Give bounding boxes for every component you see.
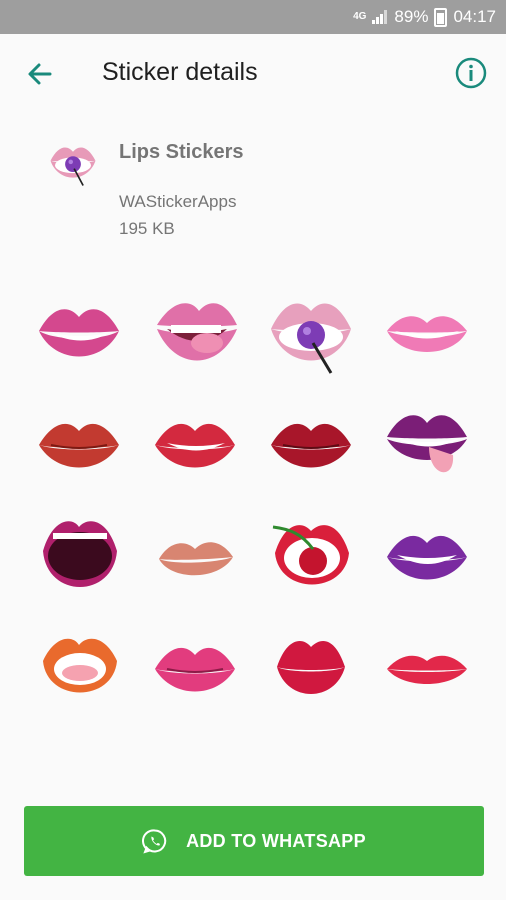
add-to-whatsapp-button[interactable]: ADD TO WHATSAPP <box>24 806 484 876</box>
nude-lips-pout-sticker[interactable] <box>147 509 243 605</box>
lips-purple-lollipop-sticker[interactable] <box>263 285 359 381</box>
purple-lips-tongue-sticker[interactable] <box>379 397 475 493</box>
clock: 04:17 <box>453 7 496 26</box>
signal-icon <box>372 10 388 24</box>
red-lips-thin-sticker[interactable] <box>379 621 475 717</box>
pack-size: 195 KB <box>119 219 175 238</box>
status-bar: 4G 89% 04:17 <box>0 0 506 34</box>
network-type: 4G <box>353 11 367 22</box>
whatsapp-icon <box>142 829 167 854</box>
arrow-left-icon[interactable] <box>22 56 58 92</box>
red-lips-cherry-sticker[interactable] <box>263 509 359 605</box>
pack-header: Lips Stickers WAStickerApps 195 KB <box>0 130 506 250</box>
battery-percent: 89% <box>394 7 429 26</box>
lips-lollipop-icon <box>50 147 96 186</box>
pink-lips-smile-sticker[interactable] <box>31 285 127 381</box>
pack-publisher: WAStickerApps <box>119 192 237 211</box>
dark-red-lips-sticker[interactable] <box>263 397 359 493</box>
magenta-lips-open-sticker[interactable] <box>31 509 127 605</box>
orange-lips-open-sticker[interactable] <box>31 621 127 717</box>
info-icon[interactable] <box>454 56 488 90</box>
pink-lips-grin-sticker[interactable] <box>379 285 475 381</box>
red-lips-pucker-sticker[interactable] <box>263 621 359 717</box>
battery-icon <box>434 7 448 27</box>
pink-lips-tongue-bite-sticker[interactable] <box>147 285 243 381</box>
purple-lips-smile-sticker[interactable] <box>379 509 475 605</box>
add-to-whatsapp-label: ADD TO WHATSAPP <box>186 830 366 851</box>
app-bar: Sticker details <box>0 34 506 116</box>
pink-lips-closed-sticker[interactable] <box>147 621 243 717</box>
page-title: Sticker details <box>102 58 258 86</box>
red-lips-bite-sticker[interactable] <box>147 397 243 493</box>
pack-name: Lips Stickers <box>119 141 244 163</box>
red-lips-kiss-sticker[interactable] <box>31 397 127 493</box>
sticker-grid <box>21 275 485 745</box>
